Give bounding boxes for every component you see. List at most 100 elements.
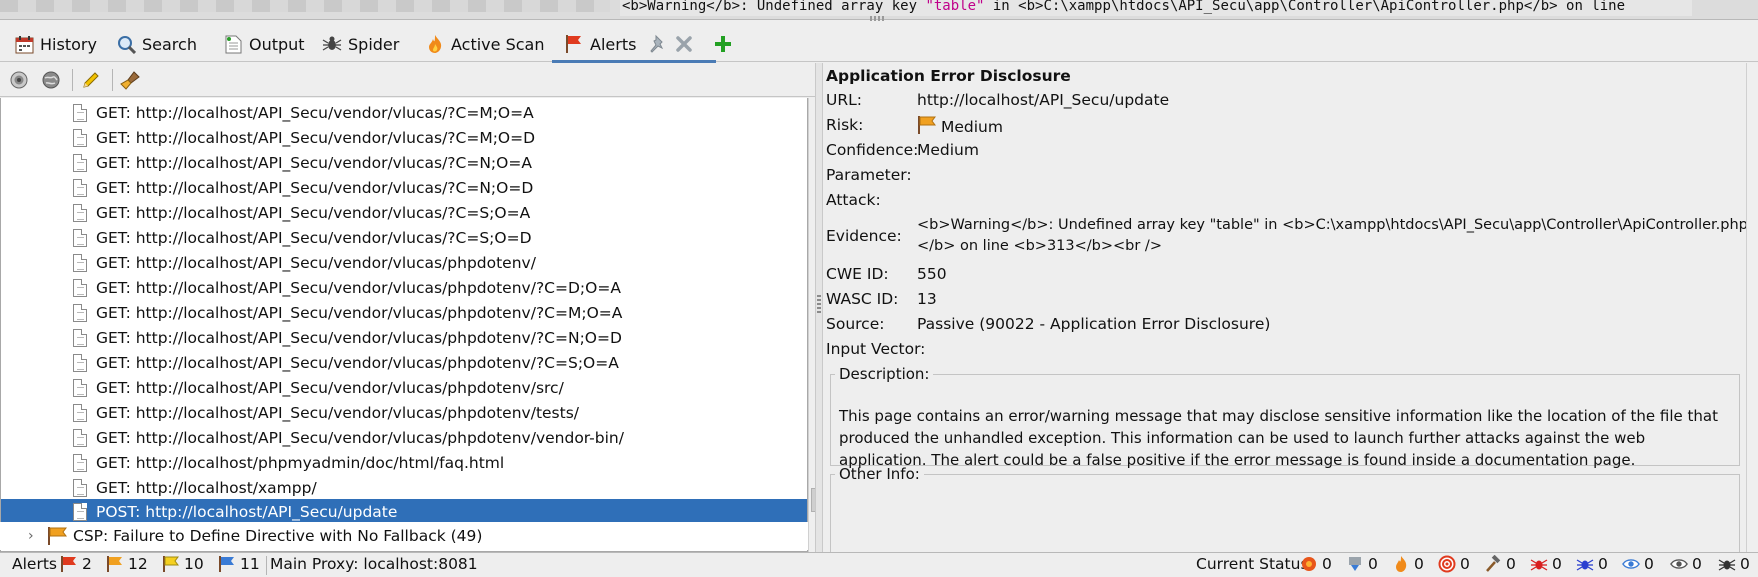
confidence-value: Medium [917, 141, 979, 159]
edit-alert-button[interactable] [80, 69, 102, 91]
info-alerts-value: 11 [240, 555, 260, 573]
tree-row-selected[interactable]: POST: http://localhost/API_Secu/update [1, 499, 807, 524]
link-tree-button[interactable] [40, 69, 62, 91]
url-value[interactable]: http://localhost/API_Secu/update [917, 91, 1169, 109]
status-counter-bug[interactable]: 0 [1718, 555, 1750, 573]
tree-row[interactable]: GET: http://localhost/API_Secu/vendor/vl… [1, 325, 807, 350]
document-icon [73, 478, 87, 497]
info-alerts-count[interactable]: 11 [218, 555, 260, 573]
tree-row[interactable]: GET: http://localhost/phpmyadmin/doc/htm… [1, 450, 807, 475]
cwe-value[interactable]: 550 [917, 265, 947, 283]
medium-alerts-count[interactable]: 12 [106, 555, 148, 573]
counter-value: 0 [1414, 555, 1424, 573]
pin-icon[interactable] [648, 34, 668, 54]
tree-row[interactable]: GET: http://localhost/API_Secu/vendor/vl… [1, 350, 807, 375]
tree-row-label: GET: http://localhost/API_Secu/vendor/vl… [96, 378, 564, 397]
low-alerts-count[interactable]: 10 [162, 555, 204, 573]
counter-value: 0 [1740, 555, 1750, 573]
tree-row[interactable]: GET: http://localhost/xampp/ [1, 475, 807, 500]
plus-icon [713, 34, 733, 54]
detail-scrollbar[interactable] [1746, 63, 1758, 553]
tab-history[interactable]: History [14, 28, 97, 60]
tab-output-label: Output [249, 34, 305, 54]
other-info-box: Other Info: [830, 465, 1740, 553]
tab-alerts-label: Alerts [590, 34, 637, 54]
tree-row[interactable]: GET: http://localhost/API_Secu/vendor/vl… [1, 100, 807, 125]
black-spider-icon [1718, 555, 1736, 573]
tree-row[interactable]: GET: http://localhost/API_Secu/vendor/vl… [1, 375, 807, 400]
eye-icon [1622, 555, 1640, 573]
add-tab-button[interactable] [713, 28, 733, 60]
tab-active-scan[interactable]: Active Scan [425, 28, 544, 60]
vertical-splitter[interactable] [815, 63, 823, 553]
magnifier-icon [116, 34, 136, 54]
chevron-right-icon[interactable]: › [28, 528, 34, 544]
counter-value: 0 [1368, 555, 1378, 573]
risk-value: Medium [917, 115, 1003, 139]
tree-row[interactable]: GET: http://localhost/API_Secu/vendor/vl… [1, 300, 807, 325]
description-text[interactable]: This page contains an error/warning mess… [839, 405, 1733, 471]
status-counter-scans[interactable]: 0 [1300, 555, 1332, 573]
status-counter-eye-blue[interactable]: 0 [1622, 555, 1654, 573]
counter-value: 0 [1598, 555, 1608, 573]
risk-label: Risk: [826, 116, 864, 134]
tab-spider[interactable]: Spider [322, 28, 399, 60]
blue-spider-icon [1576, 555, 1594, 573]
hammer-icon [1484, 555, 1502, 573]
tree-row[interactable]: GET: http://localhost/API_Secu/vendor/vl… [1, 175, 807, 200]
flame-icon [425, 34, 445, 54]
attack-label: Attack: [826, 191, 881, 209]
tree-row-label: GET: http://localhost/API_Secu/vendor/vl… [96, 353, 619, 372]
status-counter-ajax-spider[interactable]: 0 [1576, 555, 1608, 573]
tab-alerts[interactable]: Alerts [551, 28, 717, 63]
high-alerts-count[interactable]: 2 [60, 555, 92, 573]
evidence-label: Evidence: [826, 227, 902, 245]
counter-value: 0 [1644, 555, 1654, 573]
delete-alerts-button[interactable] [120, 69, 142, 91]
tree-row-label: GET: http://localhost/xampp/ [96, 478, 317, 497]
counter-value: 0 [1506, 555, 1516, 573]
tree-row[interactable]: GET: http://localhost/API_Secu/vendor/vl… [1, 150, 807, 175]
tree-row[interactable]: GET: http://localhost/API_Secu/vendor/vl… [1, 200, 807, 225]
evidence-value[interactable]: <b>Warning</b>: Undefined array key "tab… [917, 215, 1752, 257]
status-counter-downloads[interactable]: 0 [1346, 555, 1378, 573]
wasc-value[interactable]: 13 [917, 290, 937, 308]
alerts-tree[interactable]: GET: http://localhost/API_Secu/vendor/vl… [0, 98, 808, 552]
tree-row[interactable]: GET: http://localhost/API_Secu/vendor/vl… [1, 275, 807, 300]
status-counter-active-scan[interactable]: 0 [1392, 555, 1424, 573]
scope-filter-button[interactable] [8, 69, 30, 91]
response-code-line[interactable]: <b>Warning</b>: Undefined array key "tab… [620, 0, 1692, 16]
tab-search[interactable]: Search [116, 28, 197, 60]
tree-row-label: GET: http://localhost/API_Secu/vendor/vl… [96, 103, 534, 122]
status-counter-fuzzer[interactable]: 0 [1438, 555, 1470, 573]
alert-detail-panel: Application Error Disclosure URL: http:/… [824, 63, 1758, 553]
alert-title: Application Error Disclosure [826, 67, 1071, 85]
tree-row-label: GET: http://localhost/API_Secu/vendor/vl… [96, 403, 580, 422]
tree-row[interactable]: GET: http://localhost/API_Secu/vendor/vl… [1, 225, 807, 250]
eye-icon [1670, 555, 1688, 573]
tree-row[interactable]: GET: http://localhost/API_Secu/vendor/vl… [1, 250, 807, 275]
horizontal-splitter-grip[interactable] [870, 16, 886, 21]
alerts-status-label: Alerts [12, 555, 57, 573]
counter-value: 0 [1692, 555, 1702, 573]
status-counter-forced-browse[interactable]: 0 [1484, 555, 1516, 573]
tab-spider-label: Spider [348, 34, 400, 54]
close-icon[interactable] [674, 34, 694, 54]
document-icon [73, 178, 87, 197]
alert-category-csp[interactable]: › CSP: Failure to Define Directive with … [0, 522, 808, 550]
tab-output[interactable]: Output [223, 28, 305, 60]
url-label: URL: [826, 91, 862, 109]
status-counter-spider[interactable]: 0 [1530, 555, 1562, 573]
status-counter-eye-gray[interactable]: 0 [1670, 555, 1702, 573]
tree-row-label: GET: http://localhost/API_Secu/vendor/vl… [96, 303, 623, 322]
target-icon [10, 71, 28, 89]
splitter-grip [817, 295, 821, 315]
tree-row[interactable]: GET: http://localhost/API_Secu/vendor/vl… [1, 425, 807, 450]
document-icon [73, 228, 87, 247]
parameter-label: Parameter: [826, 166, 912, 184]
document-icon [73, 353, 87, 372]
tree-row[interactable]: GET: http://localhost/API_Secu/vendor/vl… [1, 125, 807, 150]
tree-row[interactable]: GET: http://localhost/API_Secu/vendor/vl… [1, 400, 807, 425]
tab-search-label: Search [142, 34, 197, 54]
globe-icon [42, 71, 60, 89]
